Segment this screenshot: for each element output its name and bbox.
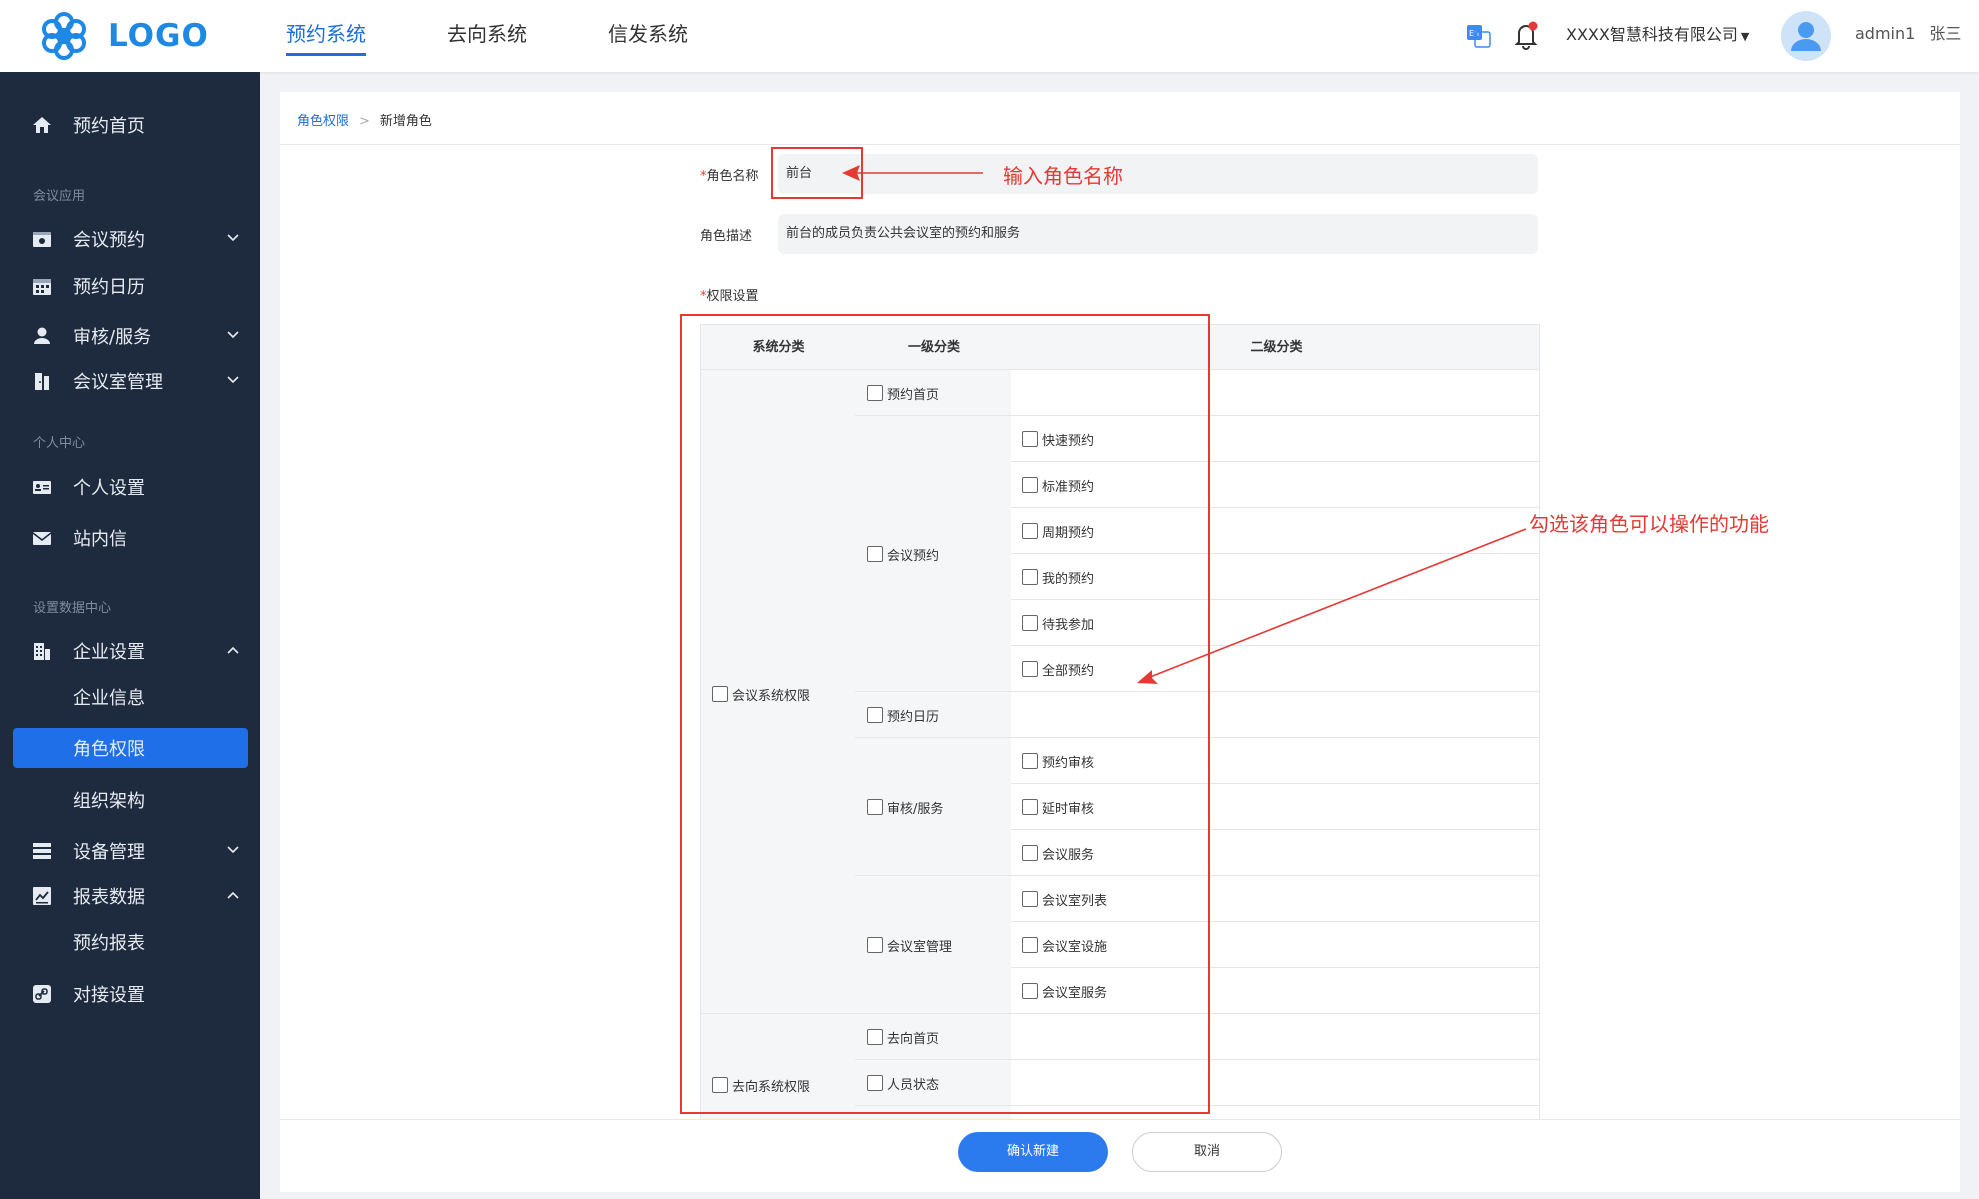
id-card-icon bbox=[33, 481, 51, 494]
top-bar: LOGO 预约系统 去向系统 信发系统 En XXXX智慧科技有限公司 ▼ adm… bbox=[0, 0, 1979, 72]
mail-icon bbox=[32, 532, 52, 545]
permission-label: *权限设置 bbox=[700, 289, 759, 304]
translate-icon[interactable]: En bbox=[1466, 24, 1492, 48]
chart-icon bbox=[33, 887, 51, 905]
logo-text: LOGO bbox=[108, 18, 209, 54]
sidebar-item-review-service[interactable]: 审核/服务 bbox=[0, 314, 260, 358]
sidebar-item-enterprise-info[interactable]: 企业信息 bbox=[0, 675, 260, 719]
chevron-down-icon bbox=[227, 331, 239, 339]
home-icon bbox=[33, 117, 51, 133]
sidebar-group-meeting: 会议应用 bbox=[33, 189, 86, 204]
role-name-label: *角色名称 bbox=[700, 169, 759, 184]
chevron-down-icon bbox=[227, 376, 239, 384]
form-footer: 确认新建 取消 bbox=[280, 1119, 1960, 1192]
user-account: admin1 bbox=[1855, 24, 1916, 43]
sidebar-item-org-structure[interactable]: 组织架构 bbox=[0, 778, 260, 822]
user-icon bbox=[34, 327, 50, 344]
chevron-down-icon bbox=[227, 846, 239, 854]
breadcrumb-separator: > bbox=[359, 114, 370, 129]
avatar[interactable] bbox=[1781, 11, 1831, 61]
user-info[interactable]: admin1 张三 bbox=[1855, 0, 1961, 68]
sidebar-group-personal: 个人中心 bbox=[33, 436, 86, 451]
door-icon bbox=[35, 373, 49, 390]
link-icon bbox=[33, 985, 51, 1003]
nav-booking-system[interactable]: 预约系统 bbox=[286, 0, 366, 72]
logo-icon bbox=[42, 12, 86, 60]
sidebar-item-room-manage[interactable]: 会议室管理 bbox=[0, 359, 260, 403]
chevron-up-icon bbox=[227, 646, 239, 654]
server-icon bbox=[33, 843, 51, 859]
role-desc-label: 角色描述 bbox=[700, 229, 753, 244]
breadcrumb-link-role-permission[interactable]: 角色权限 bbox=[297, 114, 349, 129]
confirm-create-button[interactable]: 确认新建 bbox=[958, 1132, 1108, 1172]
sidebar-item-booking-report[interactable]: 预约报表 bbox=[0, 920, 260, 964]
sidebar-item-home[interactable]: 预约首页 bbox=[0, 103, 260, 147]
sidebar-item-integration[interactable]: 对接设置 bbox=[0, 972, 260, 1016]
chevron-up-icon bbox=[227, 891, 239, 899]
calendar-icon bbox=[33, 279, 51, 295]
annotation-box-permissions bbox=[680, 314, 1210, 1114]
sidebar-item-device-manage[interactable]: 设备管理 bbox=[0, 829, 260, 873]
cancel-button[interactable]: 取消 bbox=[1132, 1132, 1282, 1172]
svg-text:En: En bbox=[1469, 29, 1479, 38]
sidebar: 预约首页 会议应用 会议预约 预约日历 审核/服务 会议室管理 个人中心 个人设… bbox=[0, 72, 260, 1199]
role-desc-input[interactable]: 前台的成员负责公共会议室的预约和服务 bbox=[778, 214, 1538, 254]
divider bbox=[280, 144, 1960, 145]
annotation-box-role-name bbox=[771, 147, 863, 199]
role-name-input[interactable]: 前台 bbox=[778, 154, 1538, 194]
sidebar-group-data: 设置数据中心 bbox=[33, 601, 112, 616]
top-nav: 预约系统 去向系统 信发系统 bbox=[286, 0, 769, 72]
booking-icon bbox=[33, 232, 51, 247]
bell-icon[interactable] bbox=[1513, 20, 1539, 50]
annotation-text-name: 输入角色名称 bbox=[1003, 164, 1123, 188]
main-content: 角色权限 > 新增角色 *角色名称 前台 角色描述 前台的成员负责公共会议室的预约和… bbox=[280, 92, 1960, 1192]
logo[interactable]: LOGO bbox=[38, 10, 209, 62]
sidebar-item-meeting-booking[interactable]: 会议预约 bbox=[0, 217, 260, 261]
company-selector[interactable]: XXXX智慧科技有限公司 ▼ bbox=[1566, 0, 1749, 72]
chevron-down-icon: ▼ bbox=[1740, 30, 1750, 43]
sidebar-item-booking-calendar[interactable]: 预约日历 bbox=[0, 264, 260, 308]
nav-signage-system[interactable]: 信发系统 bbox=[608, 0, 688, 72]
breadcrumb-current: 新增角色 bbox=[379, 114, 432, 129]
breadcrumb: 角色权限 > 新增角色 bbox=[297, 110, 432, 129]
sidebar-item-inbox[interactable]: 站内信 bbox=[0, 516, 260, 560]
sidebar-item-role-permission[interactable]: 角色权限 bbox=[13, 728, 248, 768]
building-icon bbox=[34, 643, 50, 660]
annotation-text-permissions: 勾选该角色可以操作的功能 bbox=[1529, 512, 1769, 536]
user-icon bbox=[1791, 22, 1821, 51]
sidebar-item-personal-settings[interactable]: 个人设置 bbox=[0, 465, 260, 509]
user-name: 张三 bbox=[1929, 24, 1962, 43]
company-name: XXXX智慧科技有限公司 bbox=[1566, 25, 1738, 44]
sidebar-item-report-data[interactable]: 报表数据 bbox=[0, 874, 260, 918]
chevron-down-icon bbox=[227, 234, 239, 242]
sidebar-item-enterprise-settings[interactable]: 企业设置 bbox=[0, 629, 260, 673]
nav-whereabouts-system[interactable]: 去向系统 bbox=[447, 0, 527, 72]
